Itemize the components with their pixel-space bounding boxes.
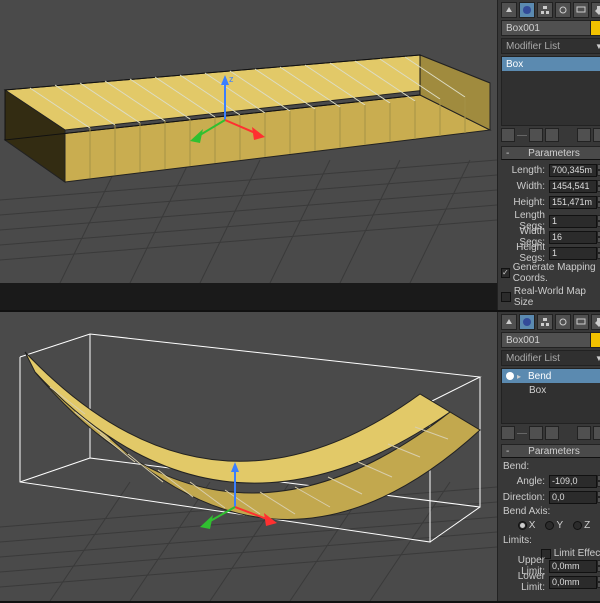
make-unique-button[interactable] [545, 426, 559, 440]
object-name-field[interactable]: Box001 [501, 332, 600, 348]
lower-limit-input[interactable]: 0,0mm [549, 576, 597, 589]
show-end-result-button[interactable] [529, 426, 543, 440]
axis-z-radio[interactable]: Z [573, 520, 590, 531]
stack-item-bend[interactable]: ▸ Bend [502, 369, 600, 383]
create-tab[interactable] [501, 314, 517, 330]
motion-tab[interactable] [555, 2, 571, 18]
direction-input[interactable]: 0,0 [549, 491, 597, 504]
modifier-list-dropdown[interactable]: Modifier List ▼ [501, 38, 600, 54]
utilities-tab[interactable] [591, 314, 600, 330]
object-name-field[interactable]: Box001 [501, 20, 600, 36]
modify-tab[interactable] [519, 314, 535, 330]
generate-mapping-checkbox[interactable]: ✓Generate Mapping Coords. [501, 262, 600, 284]
modifier-list-dropdown[interactable]: Modifier List ▼ [501, 350, 600, 366]
remove-modifier-button[interactable] [577, 128, 591, 142]
modifier-stack-bottom[interactable]: ▸ Bend Box [501, 368, 600, 424]
modifier-stack-top[interactable]: Box [501, 56, 600, 126]
display-tab[interactable] [573, 2, 589, 18]
remove-modifier-button[interactable] [577, 426, 591, 440]
parameters-rollout-header[interactable]: Parameters [501, 444, 600, 458]
hierarchy-tab[interactable] [537, 314, 553, 330]
create-tab[interactable] [501, 2, 517, 18]
modify-tab[interactable] [519, 2, 535, 18]
configure-sets-button[interactable] [593, 426, 600, 440]
axis-y-radio[interactable]: Y [545, 520, 563, 531]
command-panel-top: Box001 Modifier List ▼ Box Parameters Le… [497, 0, 600, 310]
chevron-down-icon: ▼ [592, 354, 600, 363]
stack-item-box[interactable]: Box [502, 383, 600, 397]
object-color-swatch[interactable] [590, 21, 600, 35]
axis-x-radio[interactable]: X [518, 520, 536, 531]
object-name-value: Box001 [502, 23, 590, 34]
viewport-bottom[interactable] [0, 312, 497, 601]
height-segs-input[interactable]: 1 [549, 247, 597, 260]
height-input[interactable]: 151,471m [549, 196, 597, 209]
width-segs-input[interactable]: 16 [549, 231, 597, 244]
bend-axis-group-label: Bend Axis: [503, 506, 600, 517]
angle-input[interactable]: -109,0 [549, 475, 597, 488]
bend-group-label: Bend: [503, 461, 600, 472]
stack-item-box[interactable]: Box [502, 57, 600, 71]
svg-text:z: z [229, 74, 234, 84]
expand-icon[interactable]: ▸ [517, 372, 525, 381]
parameters-rollout-header[interactable]: Parameters [501, 146, 600, 160]
chevron-down-icon: ▼ [592, 42, 600, 51]
command-panel-bottom: Box001 Modifier List ▼ ▸ Bend Box [497, 312, 600, 601]
display-tab[interactable] [573, 314, 589, 330]
bulb-icon [506, 372, 514, 380]
utilities-tab[interactable] [591, 2, 600, 18]
hierarchy-tab[interactable] [537, 2, 553, 18]
length-segs-input[interactable]: 1 [549, 215, 597, 228]
pin-stack-button[interactable] [501, 426, 515, 440]
pin-stack-button[interactable] [501, 128, 515, 142]
object-color-swatch[interactable] [590, 333, 600, 347]
realworld-map-checkbox[interactable]: Real-World Map Size [501, 286, 600, 308]
show-end-result-button[interactable] [529, 128, 543, 142]
upper-limit-input[interactable]: 0,0mm [549, 560, 597, 573]
width-input[interactable]: 1454,541 [549, 180, 597, 193]
viewport-top[interactable]: z [0, 0, 497, 283]
make-unique-button[interactable] [545, 128, 559, 142]
limits-group-label: Limits: [503, 535, 600, 546]
configure-sets-button[interactable] [593, 128, 600, 142]
motion-tab[interactable] [555, 314, 571, 330]
length-input[interactable]: 700,345m [549, 164, 597, 177]
